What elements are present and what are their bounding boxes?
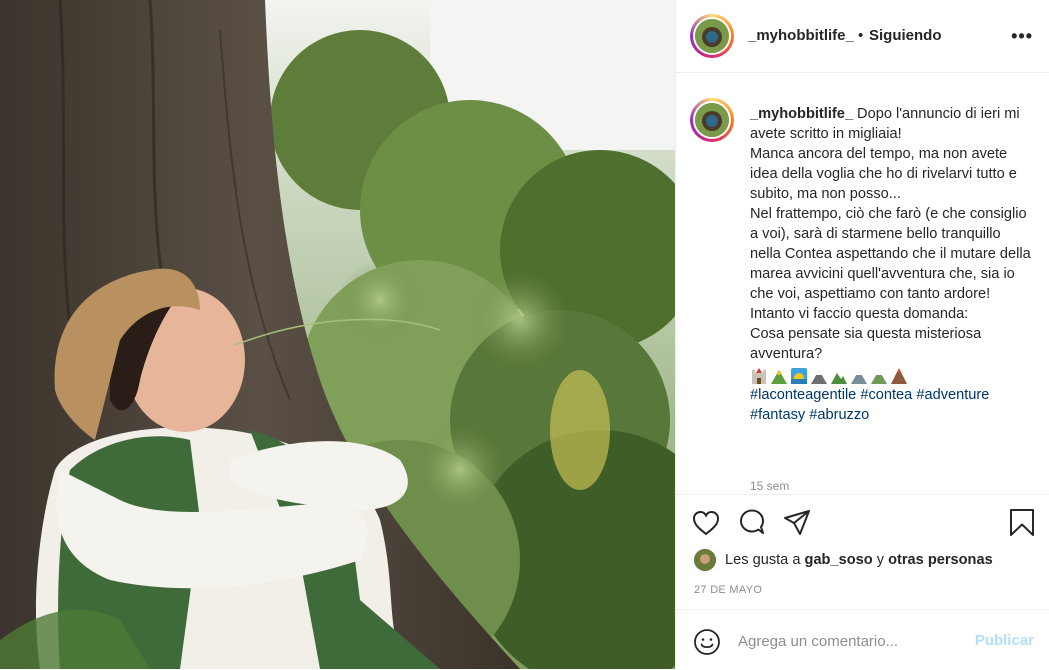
volcano-emoji-icon (890, 367, 908, 385)
share-send-icon[interactable] (781, 507, 813, 539)
following-button[interactable]: Siguiendo (869, 27, 942, 44)
publish-comment-button[interactable]: Publicar (975, 632, 1034, 649)
mountain-emoji-icon (810, 367, 828, 385)
author-username-link[interactable]: _myhobbitlife_ (748, 27, 854, 44)
header-separator: • (858, 27, 864, 44)
snow-mountain-emoji-icon (870, 367, 888, 385)
caption-author-avatar[interactable] (690, 98, 734, 142)
post-actions-bar (676, 494, 1049, 551)
likes-prefix: Les gusta a (725, 552, 801, 568)
caption-body: Dopo l'annuncio di ieri mi avete scritto… (750, 106, 1031, 362)
comment-bar: Publicar (676, 609, 1049, 670)
mountain-emoji-icon (770, 367, 788, 385)
caption-scroll-area[interactable]: _myhobbitlife_ Dopo l'annuncio di ieri m… (676, 72, 1049, 490)
hashtag-list: #laconteagentile #contea #adventure #fan… (750, 385, 1035, 425)
emoji-smiley-icon[interactable] (693, 628, 721, 656)
other-likers-link[interactable]: otras personas (888, 552, 993, 568)
post-photo[interactable] (0, 0, 675, 669)
likes-summary: Les gusta a gab_soso y otras personas (694, 548, 993, 572)
caption-username-link[interactable]: _myhobbitlife_ (750, 106, 853, 122)
caption-time-ago[interactable]: 15 sem (750, 479, 789, 490)
castle-emoji-icon (750, 367, 768, 385)
caption-text-block: _myhobbitlife_ Dopo l'annuncio di ieri m… (750, 104, 1035, 425)
hobbit-photo-image (0, 0, 675, 669)
sunrise-emoji-icon (790, 367, 808, 385)
caption-emoji-row (750, 365, 1035, 385)
comment-bubble-icon[interactable] (736, 507, 768, 539)
liker-avatar[interactable] (694, 549, 716, 571)
mountain-emoji-icon (830, 367, 848, 385)
hashtag-link[interactable]: #adventure (916, 387, 989, 403)
post-date[interactable]: 27 DE MAYO (694, 584, 762, 596)
more-options-icon[interactable]: ••• (1011, 26, 1033, 47)
hashtag-link[interactable]: #fantasy (750, 407, 805, 423)
likes-conjunction: y (876, 552, 885, 568)
author-avatar[interactable] (690, 14, 734, 58)
hashtag-link[interactable]: #contea (860, 387, 912, 403)
hashtag-link[interactable]: #abruzzo (809, 407, 869, 423)
like-heart-icon[interactable] (690, 507, 722, 539)
post-header: _myhobbitlife_ • Siguiendo ••• (676, 0, 1049, 73)
comment-input[interactable] (738, 628, 958, 654)
hashtag-link[interactable]: #laconteagentile (750, 387, 856, 403)
snow-mountain-emoji-icon (850, 367, 868, 385)
liker-username-link[interactable]: gab_soso (805, 552, 873, 568)
post-side-panel: _myhobbitlife_ • Siguiendo ••• _myhobbit… (675, 0, 1049, 669)
save-bookmark-icon[interactable] (1006, 507, 1038, 539)
